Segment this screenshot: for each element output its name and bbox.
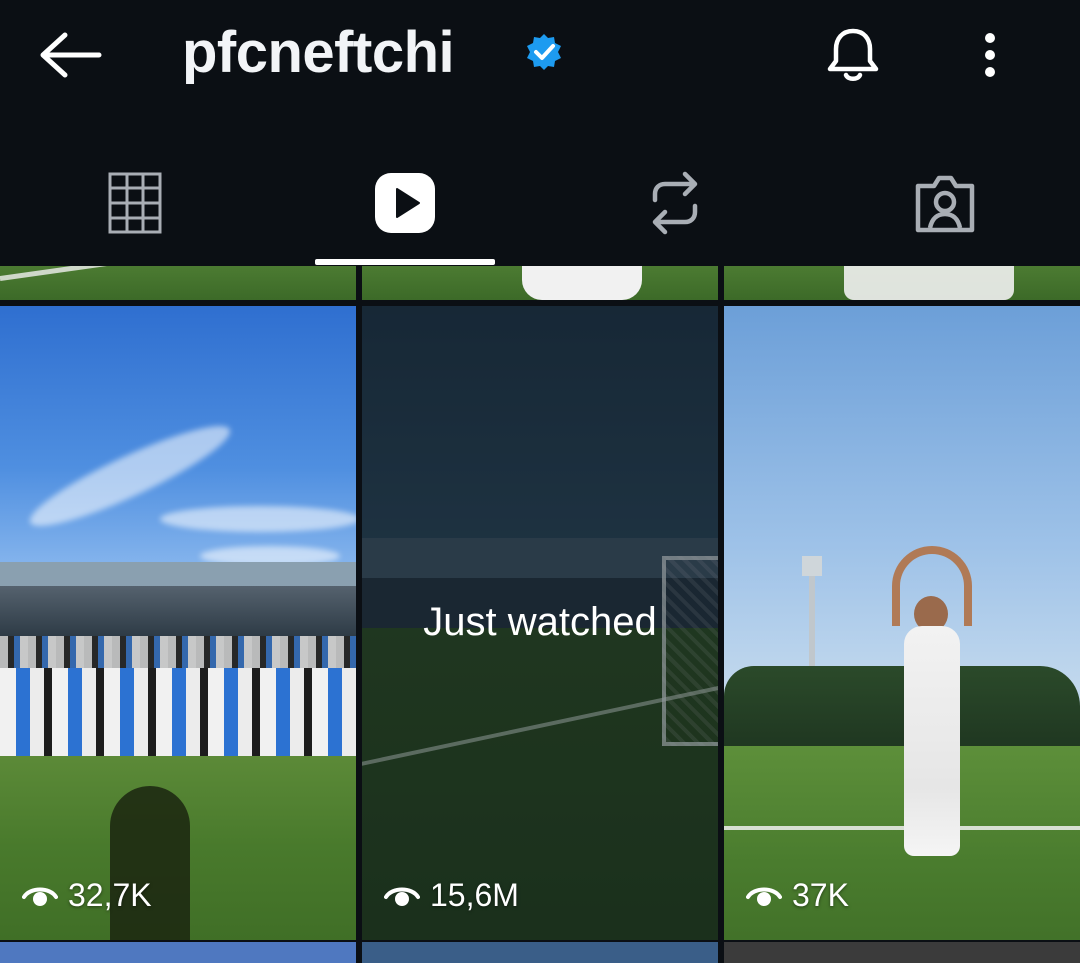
reel-thumbnail[interactable]: Just watched 15,6M: [362, 306, 718, 940]
view-count: 15,6M: [384, 877, 519, 914]
notifications-button[interactable]: [818, 20, 888, 90]
eye-icon: [22, 887, 58, 906]
reel-thumbnail[interactable]: 32,7K: [0, 306, 356, 940]
bell-icon: [827, 28, 879, 81]
more-options-button[interactable]: [960, 20, 1020, 90]
repost-icon: [652, 171, 698, 235]
view-count: 32,7K: [22, 877, 152, 914]
tagged-person-icon: [915, 175, 975, 233]
grid-icon: [108, 172, 162, 234]
top-bar: pfcneftchi: [0, 0, 1080, 120]
tab-reels[interactable]: [315, 140, 495, 266]
profile-tabs: [0, 140, 1080, 266]
reel-thumbnail[interactable]: 37K: [724, 306, 1080, 940]
verified-badge-icon: [527, 34, 561, 70]
reels-grid: 32,7K Just watched 15,6M 37K: [0, 266, 1080, 963]
view-count: 37K: [746, 877, 849, 914]
reels-profile-screen: pfcneftchi 32,7K Just watched 15,6M 37K: [0, 0, 1080, 963]
more-vertical-icon: [985, 33, 995, 77]
reel-thumbnail-partial[interactable]: [724, 942, 1080, 963]
reel-thumbnail-partial[interactable]: [0, 942, 356, 963]
back-arrow-icon: [40, 32, 102, 78]
tab-posts-grid[interactable]: [45, 140, 225, 266]
view-count-label: 15,6M: [430, 877, 519, 913]
back-button[interactable]: [30, 20, 110, 90]
just-watched-label: Just watched: [423, 600, 657, 644]
tab-reposts[interactable]: [585, 140, 765, 266]
reel-thumbnail-partial[interactable]: [0, 266, 356, 300]
reel-thumbnail-partial[interactable]: [724, 266, 1080, 300]
profile-username: pfcneftchi: [182, 20, 455, 85]
reel-thumbnail-partial[interactable]: [362, 942, 718, 963]
active-tab-indicator: [315, 259, 495, 265]
reel-thumbnail-partial[interactable]: [362, 266, 718, 300]
tab-tagged[interactable]: [855, 140, 1035, 266]
view-count-label: 37K: [792, 877, 849, 913]
eye-icon: [384, 887, 420, 906]
view-count-label: 32,7K: [68, 877, 152, 913]
eye-icon: [746, 887, 782, 906]
reels-play-icon: [375, 173, 435, 233]
